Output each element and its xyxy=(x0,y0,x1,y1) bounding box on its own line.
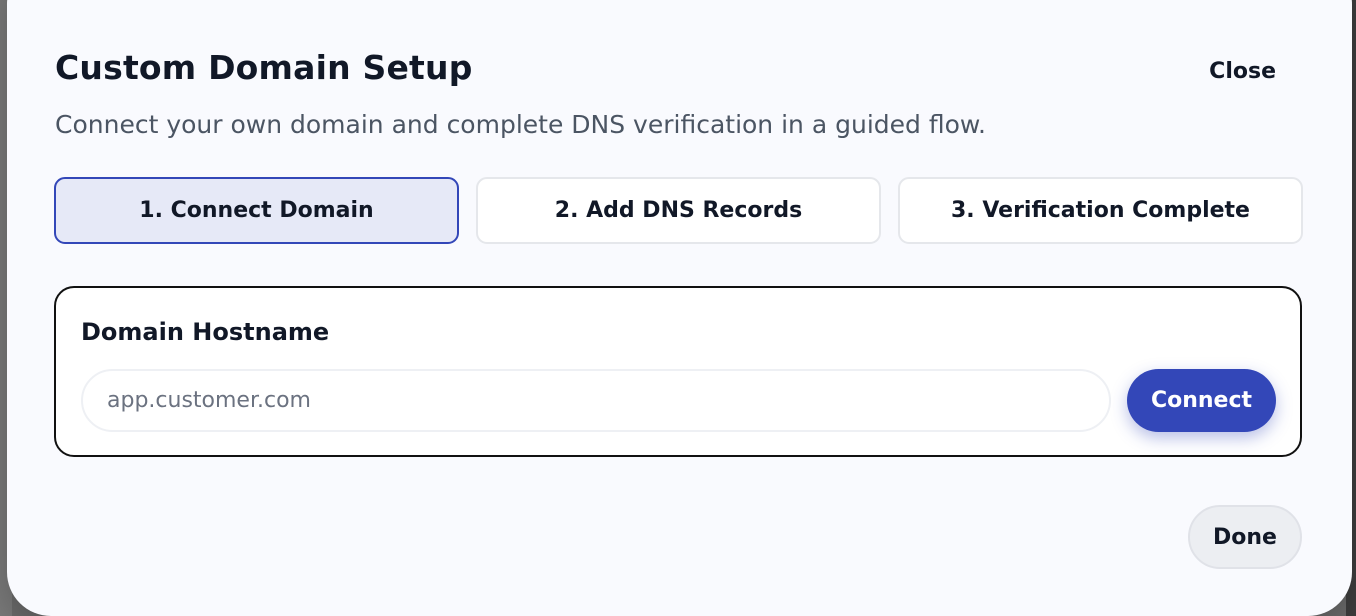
stepper: 1. Connect Domain 2. Add DNS Records 3. … xyxy=(54,177,1303,244)
modal-title: Custom Domain Setup xyxy=(55,48,473,87)
domain-hostname-label: Domain Hostname xyxy=(81,318,330,346)
close-button[interactable]: Close xyxy=(1209,59,1276,84)
domain-hostname-input[interactable] xyxy=(81,369,1111,432)
step-verification-complete[interactable]: 3. Verification Complete xyxy=(898,177,1303,244)
step-connect-domain[interactable]: 1. Connect Domain xyxy=(54,177,459,244)
custom-domain-modal: Custom Domain Setup Close Connect your o… xyxy=(7,0,1352,616)
step-add-dns-records[interactable]: 2. Add DNS Records xyxy=(476,177,881,244)
connect-button[interactable]: Connect xyxy=(1127,369,1276,432)
done-button[interactable]: Done xyxy=(1188,505,1302,569)
modal-subtitle: Connect your own domain and complete DNS… xyxy=(55,110,986,139)
domain-hostname-card: Domain Hostname Connect xyxy=(54,286,1302,457)
